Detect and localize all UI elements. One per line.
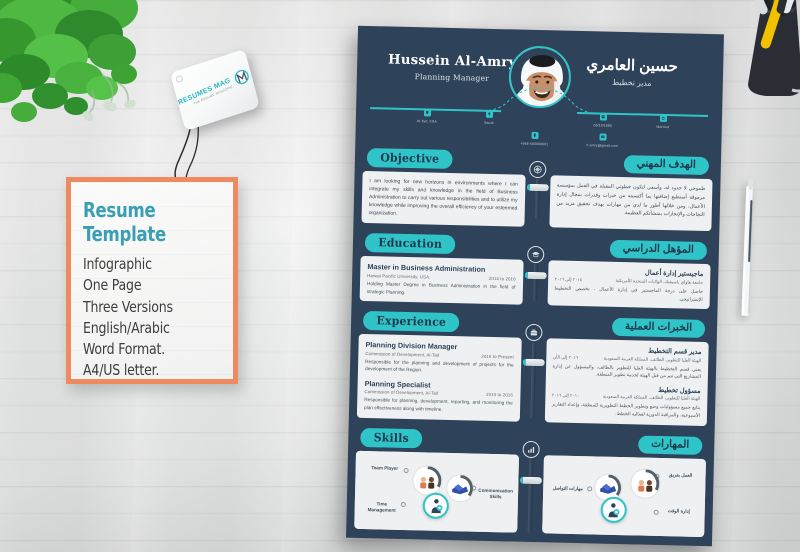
feature-list: Infographic One Page Three Versions Engl… <box>83 254 233 382</box>
section-objective: Objective الهدف المهني I am looking for … <box>361 148 713 232</box>
location-icon <box>423 109 431 117</box>
resume-sheet: Hussein Al-Amry Planning Manager حسين ال… <box>346 25 724 547</box>
skill-main-badge <box>422 492 450 519</box>
ring-icon <box>659 114 667 123</box>
objective-card-en: I am looking for new horizons in environ… <box>361 170 526 228</box>
list-item: Word Format. <box>83 340 166 359</box>
skill-main-badge <box>599 496 627 523</box>
contact-location[interactable]: Al-Taif, KSA <box>396 109 458 124</box>
employer: Commission of Development, Al-Taif <box>364 389 439 397</box>
section-title-education-en: Education <box>364 233 456 255</box>
period: ٢٠١٦ إلى الآن <box>552 354 579 360</box>
connector-node-experience <box>519 323 546 418</box>
education-card-en: Master in Business Administration Hawaii… <box>359 256 524 305</box>
info-card-title: Resume Template <box>83 198 166 246</box>
skill-node-dot <box>403 467 409 473</box>
contact-nationality[interactable]: Saudi <box>458 110 520 125</box>
education-entry: Master in Business Administration Hawaii… <box>367 263 516 299</box>
candidate-name-ar: حسين العامري <box>586 56 679 76</box>
experience-card-en: Planning Division Manager Commission of … <box>356 334 522 422</box>
skills-card-ar: العمل بفريق مهارات التواصل إدارة الوقت <box>541 454 706 537</box>
period: 2016 to Present <box>481 353 514 360</box>
section-title-education-ar: المؤهل الدراسي <box>609 240 708 261</box>
gender-icon <box>485 110 493 118</box>
skill-label: العمل بفريق <box>668 471 693 478</box>
institution: Hawaii Pacific University, USA. <box>367 273 431 280</box>
slider-knob[interactable] <box>522 358 545 367</box>
skill-ring-team <box>630 468 660 498</box>
connector-node-objective <box>524 160 550 220</box>
calendar-icon <box>599 113 607 121</box>
candidate-name-en: Hussein Al-Amry <box>387 52 517 71</box>
degree-description: Holding Master Degree in Business Admini… <box>366 281 516 295</box>
graduation-cap-icon <box>527 246 545 264</box>
potted-plant-decoration <box>0 0 154 138</box>
chart-bars-icon <box>522 440 540 458</box>
experience-entry: Planning Specialist Commission of Develo… <box>364 379 513 415</box>
skills-infographic-en: Team Player Time Management Communicatio… <box>354 450 519 533</box>
period: ٢٠١٠ إلى ٢٠١٦ <box>551 392 580 399</box>
skill-label: إدارة الوقت <box>667 507 690 514</box>
institution: جامعة هاواي باسيفيك، الولايات المتحدة ال… <box>615 277 704 285</box>
experience-card-ar: مدير قسم التخطيط الهيئة العليا للتطوير، … <box>544 338 709 426</box>
skill-node-dot <box>586 485 592 492</box>
list-item: Infographic <box>83 255 152 273</box>
skills-infographic-ar: العمل بفريق مهارات التواصل إدارة الوقت <box>541 454 706 537</box>
job-description: يتابع جميع مسؤوليات وضع وتطوير الخطط الت… <box>551 401 701 418</box>
contact-birthdate[interactable]: 06/10/1980 <box>572 113 634 128</box>
connector-node-skills <box>517 440 544 533</box>
period: ٢٠١٤ إلى ٢٠١٦ <box>554 276 583 283</box>
contact-value: Al-Taif, KSA <box>416 119 437 124</box>
contact-email[interactable]: h.amry@gmail.com <box>559 133 645 149</box>
skill-node-dot <box>400 501 406 507</box>
employer: Commission of Development, Al-Taif <box>365 350 440 358</box>
section-title-objective-en: Objective <box>366 148 453 170</box>
skill-ring-communication <box>446 474 474 502</box>
job-description: Responsible for planning, development, r… <box>364 397 513 412</box>
connector-node-education <box>522 246 548 302</box>
contact-marital-status[interactable]: Married <box>632 114 694 129</box>
objective-body-ar: طموحي لا حدود له، وأسعى لتكون خطوتي المق… <box>556 182 706 219</box>
contact-value: 06/10/1980 <box>593 123 613 128</box>
skill-label: Communication Skills <box>478 487 514 499</box>
section-title-experience-ar: الخبرات العملية <box>611 318 706 339</box>
phone-icon <box>530 131 539 140</box>
experience-entry: Planning Division Manager Commission of … <box>365 340 514 376</box>
degree-description: حاصل على درجة الماجستير في إدارة الأعمال… <box>554 285 703 302</box>
briefcase-icon <box>525 323 543 342</box>
education-card-ar: ماجيستير إدارة أعمال جامعة هاواي باسيفيك… <box>547 260 711 310</box>
skill-node-dot <box>653 509 659 515</box>
section-skills: Skills المهارات Team Player Time Managem… <box>354 427 706 537</box>
objective-card-ar: طموحي لا حدود له، وأسعى لتكون خطوتي المق… <box>548 175 713 232</box>
objective-body-en: I am looking for new horizons in environ… <box>368 178 518 218</box>
period: 2014 to 2016 <box>488 275 516 282</box>
section-title-skills-ar: المهارات <box>637 435 703 455</box>
contact-value: h.amry@gmail.com <box>586 143 619 148</box>
section-title-experience-en: Experience <box>362 311 460 333</box>
employer: الهيئة العليا للتطوير، الطائف، المملكة ا… <box>603 355 702 363</box>
skill-label: Time Management <box>367 500 396 513</box>
list-item: One Page <box>83 276 142 295</box>
contact-value: Saudi <box>484 120 494 125</box>
section-experience: Experience الخبرات العملية Planning Divi… <box>356 311 709 426</box>
email-icon <box>598 133 607 141</box>
target-icon <box>529 160 547 179</box>
skills-card-en: Team Player Time Management Communicatio… <box>354 450 519 533</box>
period: 2010 to 2016 <box>486 392 513 398</box>
info-card: Resume Template Infographic One Page Thr… <box>66 177 238 384</box>
education-entry: ماجيستير إدارة أعمال جامعة هاواي باسيفيك… <box>554 267 703 303</box>
section-title-skills-en: Skills <box>360 427 423 449</box>
skill-label: Team Player <box>371 464 399 471</box>
skill-ring-team <box>413 465 442 495</box>
list-item: A4/US letter. <box>83 361 160 380</box>
skill-label: مهارات التواصل <box>552 485 583 491</box>
list-item: English/Arabic <box>83 318 170 337</box>
section-education: Education المؤهل الدراسي Master in Busin… <box>359 233 711 310</box>
experience-entry: مسؤول تخطيط الهيئة العليا للتطوير، الطائ… <box>551 383 701 419</box>
employer: الهيئة العليا للتطوير، الطائف، المملكة ا… <box>602 394 701 402</box>
section-title-objective-ar: الهدف المهني <box>623 155 710 176</box>
list-item: Three Versions <box>83 297 173 316</box>
experience-entry: مدير قسم التخطيط الهيئة العليا للتطوير، … <box>552 345 702 381</box>
contact-value: Married <box>656 124 670 130</box>
